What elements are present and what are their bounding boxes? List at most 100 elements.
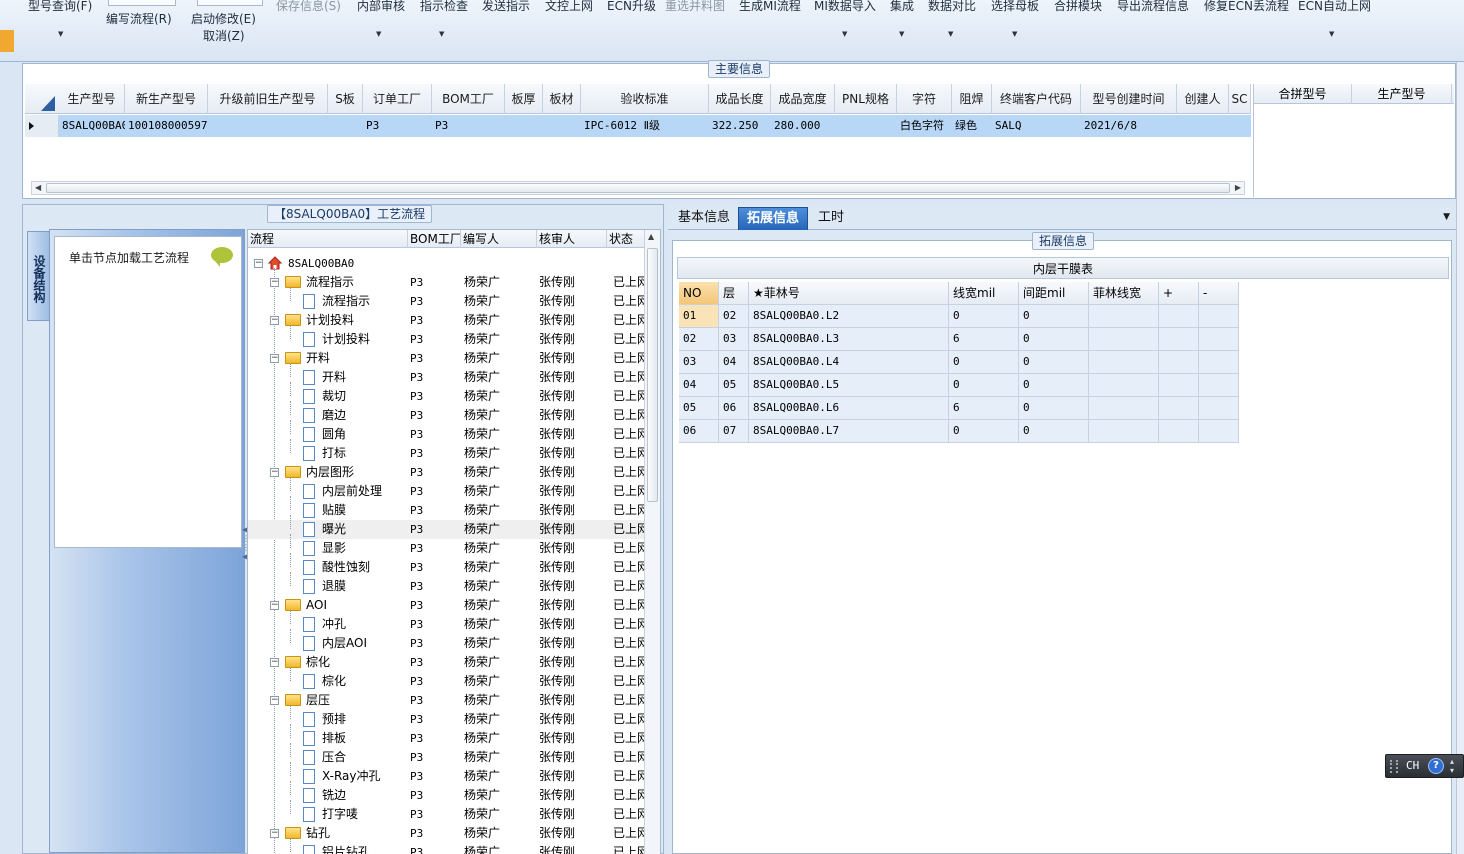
toolbar-button-7[interactable]: 发送指示 [482,0,530,14]
tree-row[interactable]: 压合 P3 杨荣广 张传刚 已上网 [248,743,645,767]
scroll-up-icon[interactable]: ▲ [648,232,654,241]
film-cell[interactable]: 0 [949,420,1019,443]
main-cell[interactable]: SALQ [992,115,1081,137]
tree-row[interactable]: 内层AOI P3 杨荣广 张传刚 已上网 [248,629,645,653]
dropdown-arrow-icon[interactable]: ▼ [439,30,444,38]
main-cell[interactable]: 绿色 [952,115,992,137]
main-col-header[interactable]: 验收标准 [581,84,709,114]
film-cell[interactable] [1159,351,1199,374]
film-cell[interactable] [1089,328,1159,351]
collapse-icon[interactable]: − [270,829,279,838]
tree-row[interactable]: 磨边 P3 杨荣广 张传刚 已上网 [248,401,645,425]
film-cell[interactable] [1199,397,1239,420]
main-cell[interactable] [835,115,897,137]
film-cell[interactable]: 04 [719,351,749,374]
tree-row[interactable]: 铝片钻孔 P3 杨荣广 张传刚 已上网 [248,838,645,854]
film-cell[interactable] [1199,420,1239,443]
main-col-header[interactable]: 板材 [543,84,581,114]
collapse-icon[interactable]: − [270,278,279,287]
film-cell[interactable] [1089,305,1159,328]
dropdown-arrow-icon[interactable]: ▼ [376,30,381,38]
main-col-header[interactable]: PNL规格 [835,84,897,114]
tree-root-row[interactable]: − 8SALQ00BA0 [248,254,644,273]
tree-row[interactable]: − 层压 P3 杨荣广 张传刚 已上网 [248,691,645,710]
tree-row[interactable]: 棕化 P3 杨荣广 张传刚 已上网 [248,667,645,691]
film-col-header[interactable]: 间距mil [1019,282,1089,305]
toolbar-button-9[interactable]: ECN升级 [607,0,656,14]
film-cell[interactable]: 8SALQ00BA0.L6 [749,397,949,420]
merge-col-header[interactable]: 合拼型号 [1254,84,1352,104]
tree-row[interactable]: 开料 P3 杨荣广 张传刚 已上网 [248,363,645,387]
dropdown-arrow-icon[interactable]: ▼ [58,30,63,38]
film-cell[interactable]: 01 [679,305,719,328]
toolbar-button-5[interactable]: 内部审核 [357,0,405,14]
toolbar-button-14[interactable]: 数据对比 [928,0,976,14]
help-icon[interactable]: ? [1428,758,1444,774]
toolbar-tool-box[interactable] [108,0,176,6]
tree-row[interactable]: 冲孔 P3 杨荣广 张传刚 已上网 [248,610,645,634]
main-cell[interactable]: 10010800059798 [125,115,208,137]
dropdown-arrow-icon[interactable]: ▼ [842,30,847,38]
tree-row[interactable]: − 开料 P3 杨荣广 张传刚 已上网 [248,349,645,368]
toolbar-button-10[interactable]: 重选并料图 [665,0,725,14]
toolbar-tool-box[interactable] [197,0,263,6]
ime-grip-icon[interactable] [1390,760,1398,773]
main-col-header[interactable]: SC [1229,84,1251,114]
main-col-header[interactable]: 创建人 [1177,84,1229,114]
film-cell[interactable]: 6 [949,397,1019,420]
film-cell[interactable] [1089,420,1159,443]
film-cell[interactable]: 04 [679,374,719,397]
film-col-header[interactable]: NO [679,282,719,305]
film-cell[interactable]: 0 [949,305,1019,328]
main-col-header[interactable]: 成品长度 [709,84,771,114]
tree-row[interactable]: 流程指示 P3 杨荣广 张传刚 已上网 [248,287,645,311]
scroll-right-icon[interactable]: ▶ [1235,182,1241,194]
toolbar-button-3[interactable]: 取消(Z) [203,27,245,44]
tree-row[interactable]: − 内层图形 P3 杨荣广 张传刚 已上网 [248,463,645,482]
main-cell[interactable] [1229,115,1251,137]
film-cell[interactable]: 05 [719,374,749,397]
film-cell[interactable]: 03 [719,328,749,351]
main-cell[interactable] [1177,115,1229,137]
tree-row[interactable]: 曝光 P3 杨荣广 张传刚 已上网 [248,515,645,539]
main-col-header[interactable]: BOM工厂 [432,84,505,114]
main-cell[interactable] [505,115,543,137]
film-cell[interactable] [1199,351,1239,374]
film-col-header[interactable]: 层 [719,282,749,305]
dropdown-arrow-icon[interactable]: ▼ [899,30,904,38]
toolbar-button-18[interactable]: 修复ECN丢流程 [1204,0,1289,14]
toolbar-button-13[interactable]: 集成 [890,0,914,14]
film-col-header[interactable]: - [1199,282,1239,305]
collapse-icon[interactable]: − [254,259,263,268]
tree-row[interactable]: − AOI P3 杨荣广 张传刚 已上网 [248,596,645,615]
tree-row[interactable]: − 流程指示 P3 杨荣广 张传刚 已上网 [248,273,645,292]
film-col-header[interactable]: + [1159,282,1199,305]
main-cell[interactable] [208,115,328,137]
main-col-header[interactable]: 阻焊 [952,84,992,114]
toolbar-button-4[interactable]: 保存信息(S) [276,0,341,14]
main-cell[interactable] [543,115,581,137]
main-cell[interactable] [328,115,363,137]
hscroll-thumb[interactable] [46,183,1230,193]
main-cell[interactable]: P3 [432,115,505,137]
tree-row[interactable]: 打字唛 P3 杨荣广 张传刚 已上网 [248,800,645,824]
toolbar-button-12[interactable]: MI数据导入 [814,0,876,14]
toolbar-button-15[interactable]: 选择母板 [991,0,1039,14]
select-all-corner-icon[interactable] [25,84,59,114]
tree-row[interactable]: 裁切 P3 杨荣广 张传刚 已上网 [248,382,645,406]
main-col-header[interactable]: 型号创建时间 [1081,84,1177,114]
film-cell[interactable]: 05 [679,397,719,420]
film-cell[interactable] [1159,328,1199,351]
toolbar-button-0[interactable]: 型号查询(F) [28,0,92,14]
toolbar-button-2[interactable]: 启动修改(E) [191,10,256,27]
tree-row[interactable]: 预排 P3 杨荣广 张传刚 已上网 [248,705,645,729]
tab-0[interactable]: 基本信息 [670,207,738,230]
tree-row[interactable]: 打标 P3 杨荣广 张传刚 已上网 [248,439,645,463]
film-cell[interactable]: 8SALQ00BA0.L2 [749,305,949,328]
ime-menu-icon[interactable]: ▴ ▾ [1450,757,1454,775]
film-cell[interactable] [1199,305,1239,328]
dropdown-arrow-icon[interactable]: ▼ [948,30,953,38]
toolbar-button-19[interactable]: ECN自动上网 [1298,0,1371,14]
film-cell[interactable]: 8SALQ00BA0.L5 [749,374,949,397]
film-cell[interactable] [1199,328,1239,351]
